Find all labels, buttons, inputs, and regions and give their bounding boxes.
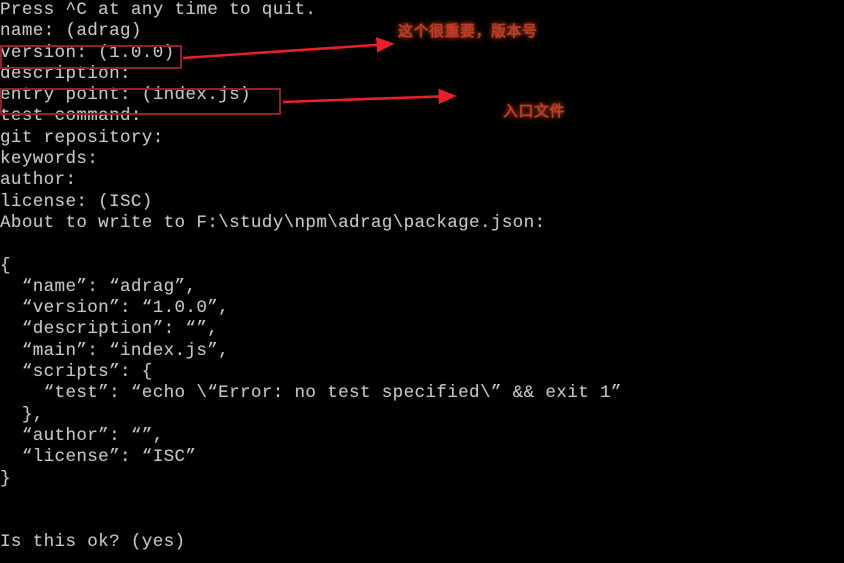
terminal-line: Press ^C at any time to quit.: [0, 0, 317, 20]
json-line-open-brace: {: [0, 255, 11, 276]
terminal-line-description-prompt: description:: [0, 63, 131, 84]
json-line-version: “version”: “1.0.0”,: [0, 298, 230, 319]
json-line-scripts-close: },: [0, 404, 44, 425]
json-line-description: “description”: “”,: [0, 319, 219, 340]
terminal-line-test-command-prompt: test command:: [0, 106, 142, 127]
terminal-line-license-prompt: license: (ISC): [0, 191, 153, 212]
json-line-test: “test”: “echo \“Error: no test specified…: [0, 383, 622, 404]
terminal-output: Press ^C at any time to quit. name: (adra…: [0, 0, 844, 554]
terminal-line-keywords-prompt: keywords:: [0, 149, 99, 170]
json-line-scripts: “scripts”: {: [0, 362, 153, 383]
terminal-line-name-prompt: name: (adrag): [0, 21, 142, 42]
terminal-line-confirm-prompt: Is this ok? (yes): [0, 532, 186, 553]
json-line-close-brace: }: [0, 468, 11, 489]
terminal-line-version-prompt: version: (1.0.0): [0, 42, 175, 63]
terminal-line-entry-point-prompt: entry point: (index.js): [0, 85, 251, 106]
terminal-line-about-to-write: About to write to F:\study\npm\adrag\pac…: [0, 212, 546, 233]
terminal-line-git-repository-prompt: git repository:: [0, 127, 164, 148]
terminal-line-author-prompt: author:: [0, 170, 77, 191]
json-line-name: “name”: “adrag”,: [0, 276, 197, 297]
json-line-main: “main”: “index.js”,: [0, 340, 230, 361]
json-line-author: “author”: “”,: [0, 425, 164, 446]
terminal-window: Press ^C at any time to quit. name: (adra…: [0, 0, 844, 563]
json-line-license: “license”: “ISC”: [0, 447, 197, 468]
